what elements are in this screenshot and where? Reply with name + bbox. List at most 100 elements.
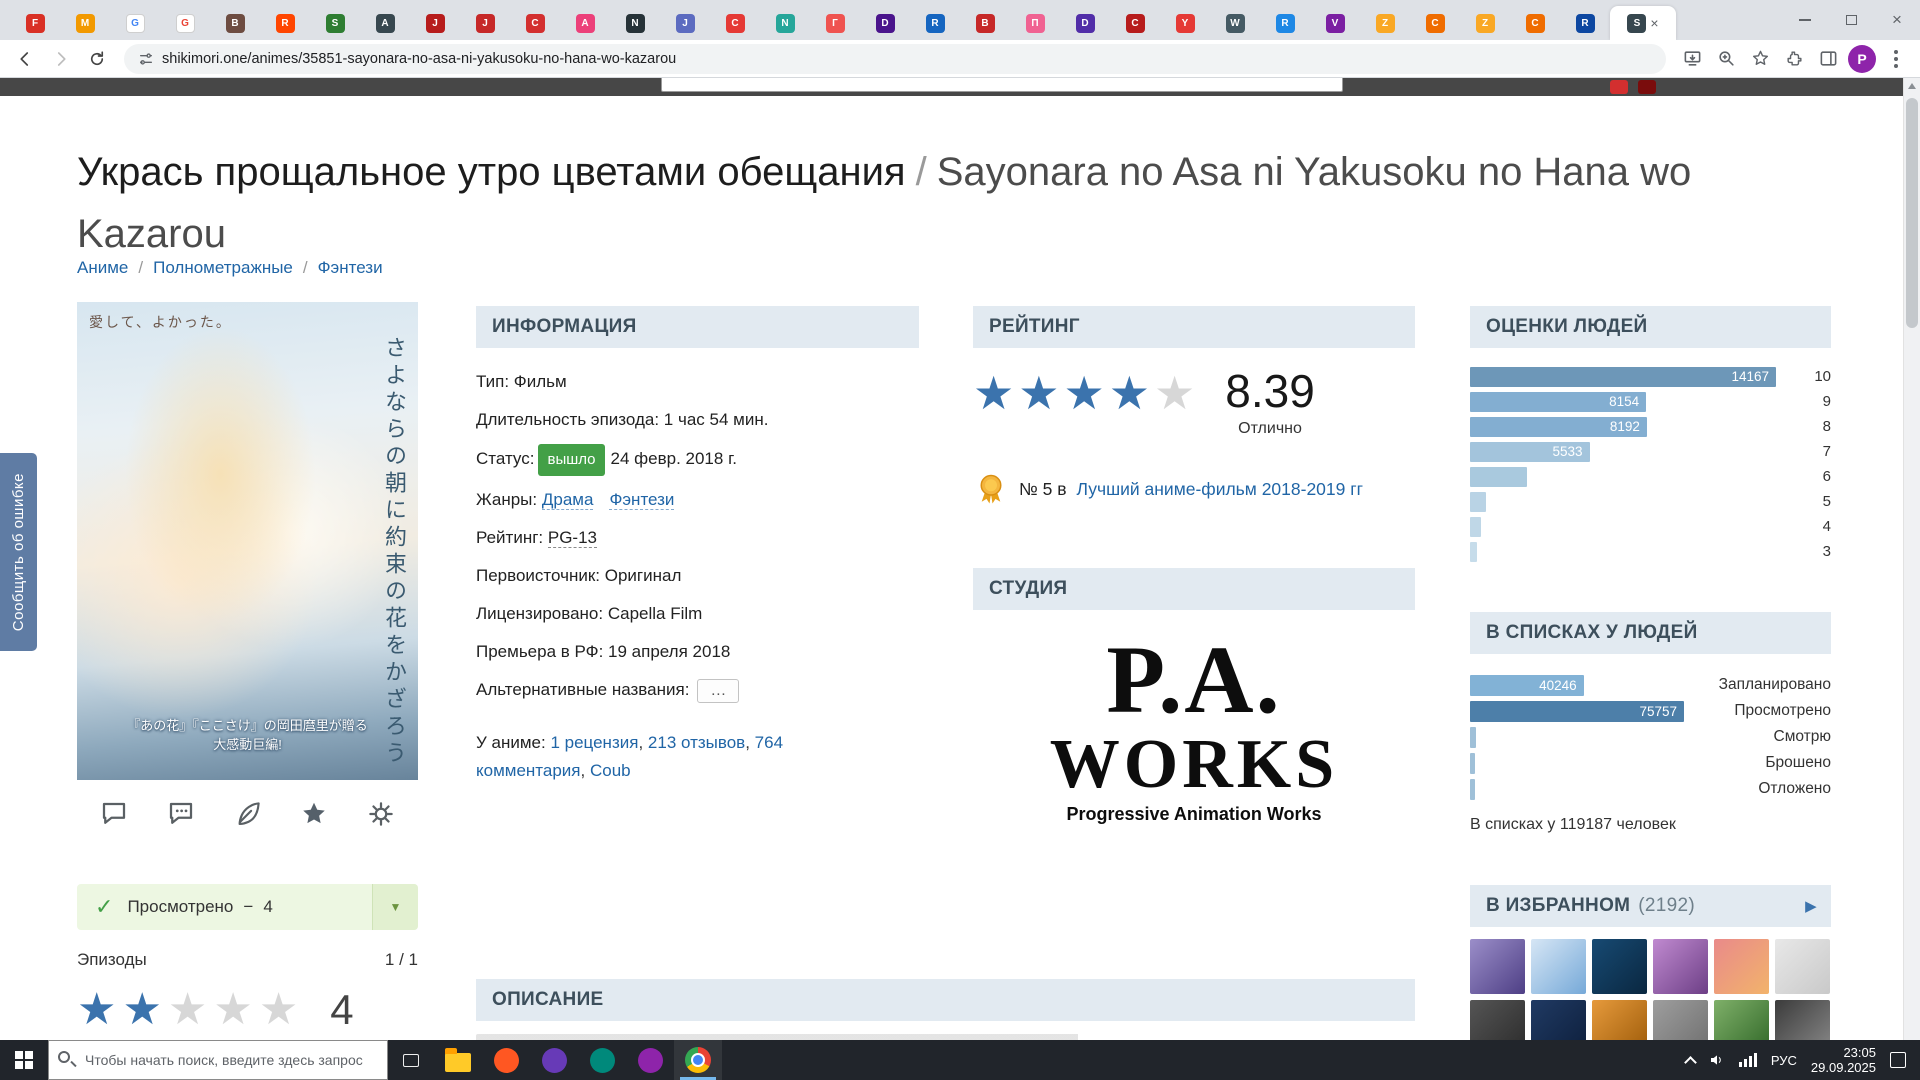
discussion-button[interactable] (166, 799, 196, 829)
breadcrumb-link[interactable]: Фэнтези (318, 258, 383, 278)
watched-status-button[interactable]: ✓ Просмотрено − 4 ▼ (77, 884, 418, 930)
browser-tab[interactable]: R (260, 6, 310, 40)
user-star-icon[interactable]: ★ (122, 984, 167, 1035)
favorite-avatar[interactable] (1531, 939, 1586, 994)
taskbar-app-bolt[interactable] (482, 1040, 530, 1080)
score-bar[interactable] (1470, 492, 1486, 512)
rating-star-icon[interactable]: ★ (1018, 366, 1063, 420)
back-button[interactable] (8, 42, 42, 76)
page-scrollbar[interactable] (1903, 78, 1920, 1040)
browser-tab[interactable]: Z (1360, 6, 1410, 40)
favorite-button[interactable] (299, 799, 329, 829)
rating-star-icon[interactable]: ★ (973, 366, 1018, 420)
notification-center-icon[interactable] (1890, 1052, 1906, 1068)
rating-star-icon[interactable]: ★ (1154, 366, 1199, 420)
favorite-avatar[interactable] (1714, 1000, 1769, 1040)
favorites-expand-button[interactable]: ▶ (1805, 897, 1817, 915)
tray-expand-icon[interactable] (1684, 1056, 1697, 1069)
breadcrumb-link[interactable]: Полнометражные (153, 258, 293, 278)
forward-button[interactable] (44, 42, 78, 76)
review-button[interactable] (233, 799, 263, 829)
bookmark-button[interactable] (1744, 43, 1776, 75)
browser-tab[interactable]: J (660, 6, 710, 40)
score-bar[interactable] (1470, 542, 1477, 562)
favorite-avatar[interactable] (1653, 1000, 1708, 1040)
browser-tab[interactable]: A (560, 6, 610, 40)
favorite-avatar[interactable] (1470, 939, 1525, 994)
comments-button[interactable] (99, 799, 129, 829)
favorite-avatar[interactable] (1470, 1000, 1525, 1040)
browser-tab[interactable]: B (210, 6, 260, 40)
score-bar[interactable] (1470, 467, 1527, 487)
side-panel-button[interactable] (1812, 43, 1844, 75)
genre-link[interactable]: Фэнтези (609, 490, 674, 510)
browser-tab[interactable]: B (960, 6, 1010, 40)
studio-logo[interactable]: P.A. WORKS Progressive Animation Works (973, 632, 1415, 825)
alt-names-expand-button[interactable]: … (697, 679, 739, 703)
browser-tab[interactable]: S (310, 6, 360, 40)
favorite-avatar[interactable] (1531, 1000, 1586, 1040)
favorite-avatar[interactable] (1592, 1000, 1647, 1040)
settings-button[interactable] (366, 799, 396, 829)
about-link[interactable]: Coub (590, 761, 631, 780)
list-bar[interactable] (1470, 753, 1475, 774)
close-button[interactable]: × (1874, 0, 1920, 40)
list-bar[interactable]: 40246 (1470, 675, 1584, 696)
clock[interactable]: 23:05 29.09.2025 (1811, 1045, 1876, 1075)
browser-tab[interactable]: C (1110, 6, 1160, 40)
taskbar-app-tor[interactable] (530, 1040, 578, 1080)
taskbar-search-input[interactable] (48, 1040, 388, 1080)
reload-button[interactable] (80, 42, 114, 76)
browser-tab[interactable]: J (460, 6, 510, 40)
maximize-button[interactable] (1828, 0, 1874, 40)
browser-tab[interactable]: R (910, 6, 960, 40)
favorite-avatar[interactable] (1653, 939, 1708, 994)
rating-star-icon[interactable]: ★ (1109, 366, 1154, 420)
list-bar[interactable] (1470, 779, 1475, 800)
browser-tab[interactable]: Г (810, 6, 860, 40)
browser-tab[interactable]: G (110, 6, 160, 40)
favorite-avatar[interactable] (1775, 1000, 1830, 1040)
browser-tab[interactable]: J (410, 6, 460, 40)
scrollbar-thumb[interactable] (1906, 98, 1918, 328)
score-bar[interactable]: 8192 (1470, 417, 1647, 437)
status-dropdown-button[interactable]: ▼ (372, 884, 418, 930)
minimize-button[interactable] (1782, 0, 1828, 40)
favorite-avatar[interactable] (1775, 939, 1830, 994)
browser-tab[interactable]: C (1510, 6, 1560, 40)
report-error-tab[interactable]: Сообщить об ошибке (0, 453, 37, 651)
browser-tab[interactable]: C (510, 6, 560, 40)
site-search-input[interactable] (661, 78, 1343, 92)
task-view-button[interactable] (388, 1040, 434, 1080)
browser-tab[interactable]: G (160, 6, 210, 40)
start-button[interactable] (0, 1040, 48, 1080)
zoom-button[interactable] (1710, 43, 1742, 75)
favorite-avatar[interactable] (1714, 939, 1769, 994)
breadcrumb-link[interactable]: Аниме (77, 258, 128, 278)
browser-tab[interactable]: D (1060, 6, 1110, 40)
poster-image[interactable]: 愛して、よかった。 さよならの朝に約束の花をかざろう 『あの花』『ここさけ』の岡… (77, 302, 418, 780)
favorite-avatar[interactable] (1592, 939, 1647, 994)
language-indicator[interactable]: РУС (1771, 1053, 1797, 1068)
score-bar[interactable]: 14167 (1470, 367, 1776, 387)
rank-link[interactable]: Лучший аниме-фильм 2018-2019 гг (1077, 479, 1363, 500)
about-link[interactable]: 1 рецензия (550, 733, 638, 752)
about-link[interactable]: 213 отзывов (648, 733, 745, 752)
score-bar[interactable]: 5533 (1470, 442, 1590, 462)
volume-icon[interactable] (1709, 1052, 1725, 1068)
browser-tab[interactable]: R (1560, 6, 1610, 40)
taskbar-app-media[interactable] (626, 1040, 674, 1080)
browser-tab-active[interactable]: S× (1610, 6, 1676, 40)
extensions-button[interactable] (1778, 43, 1810, 75)
user-star-icon[interactable]: ★ (77, 984, 122, 1035)
taskbar-app-explorer[interactable] (434, 1040, 482, 1080)
list-bar[interactable] (1470, 727, 1476, 748)
browser-tab[interactable]: C (710, 6, 760, 40)
browser-tab[interactable]: M (60, 6, 110, 40)
rating-star-icon[interactable]: ★ (1064, 366, 1109, 420)
list-bar[interactable]: 75757 (1470, 701, 1684, 722)
taskbar-app-chrome[interactable] (674, 1040, 722, 1080)
browser-tab[interactable]: V (1310, 6, 1360, 40)
menu-button[interactable] (1880, 43, 1912, 75)
browser-tab[interactable]: R (1260, 6, 1310, 40)
